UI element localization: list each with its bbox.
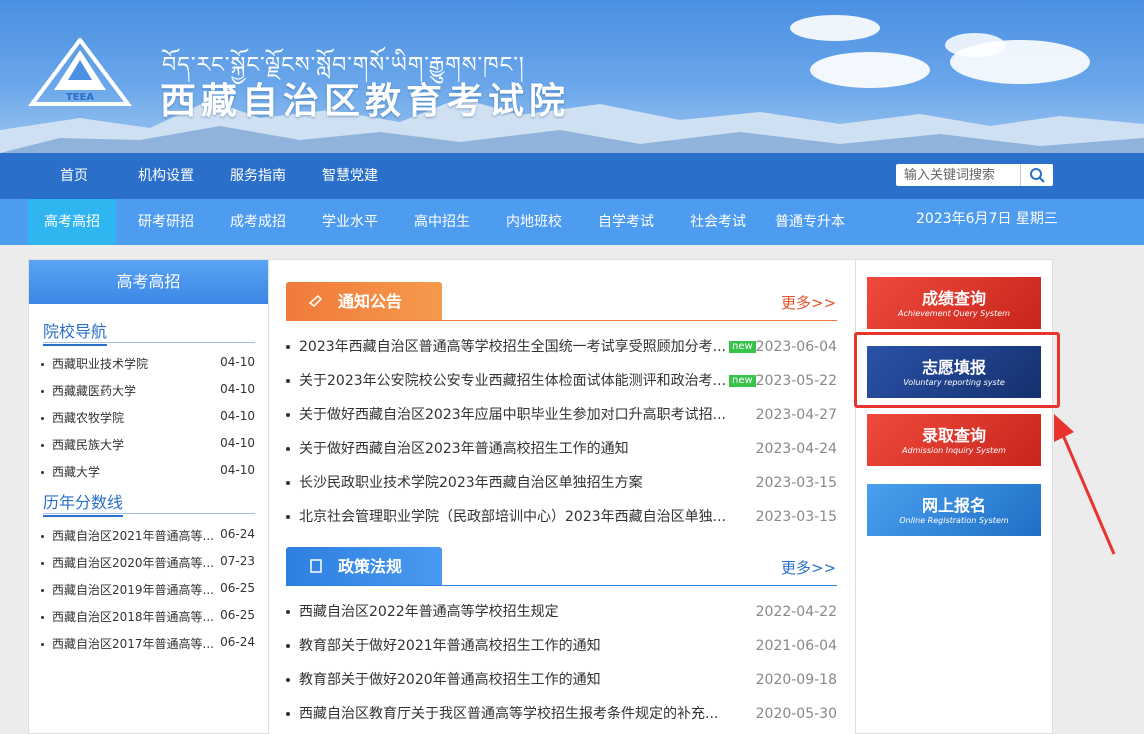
search-button[interactable] — [1020, 164, 1053, 186]
policy-item[interactable]: 教育部关于做好2020年普通高校招生工作的通知 2020-09-18 — [286, 670, 837, 690]
nav-organization[interactable]: 机构设置 — [138, 153, 194, 199]
notice-item[interactable]: 关于做好西藏自治区2023年普通高校招生工作的通知 2023-04-24 — [286, 439, 837, 459]
notice-header: 通知公告 — [286, 282, 442, 321]
divider — [43, 342, 255, 343]
online-registration-button[interactable]: 网上报名 Online Registration System — [867, 484, 1041, 536]
divider — [286, 320, 837, 321]
current-date: 2023年6月7日 星期三 — [916, 211, 1058, 227]
search-input[interactable] — [896, 164, 1020, 186]
nav-party-building[interactable]: 智慧党建 — [322, 153, 378, 199]
tab-academic-level[interactable]: 学业水平 — [322, 199, 378, 245]
list-item[interactable]: 西藏职业技术学院 04-10 — [41, 355, 255, 372]
new-badge: new — [729, 341, 756, 353]
list-item[interactable]: 西藏自治区2021年普通高等... 06-24 — [41, 527, 255, 544]
score-query-button[interactable]: 成绩查询 Achievement Query System — [867, 277, 1041, 329]
notice-item[interactable]: 长沙民政职业技术学院2023年西藏自治区单独招生方案 2023-03-15 — [286, 473, 837, 493]
notice-item[interactable]: 关于2023年公安院校公安专业西藏招生体检面试体能测评和政治考... new 202… — [286, 371, 837, 391]
divider — [286, 585, 837, 586]
notice-item[interactable]: 2023年西藏自治区普通高等学校招生全国统一考试享受照顾加分考... new 202… — [286, 337, 837, 357]
main-content: 通知公告 更多>> 2023年西藏自治区普通高等学校招生全国统一考试享受照顾加分… — [269, 259, 855, 734]
tab-high-school[interactable]: 高中招生 — [414, 199, 470, 245]
list-item[interactable]: 西藏藏医药大学 04-10 — [41, 382, 255, 399]
megaphone-icon — [308, 294, 323, 307]
policy-more-link[interactable]: 更多>> — [781, 557, 836, 578]
notice-item[interactable]: 北京社会管理职业学院（民政部培训中心）2023年西藏自治区单独... 2023-0… — [286, 507, 837, 527]
tab-inland-class[interactable]: 内地班校 — [506, 199, 562, 245]
quick-links-panel: 成绩查询 Achievement Query System 志愿填报 Volunta… — [855, 259, 1053, 734]
svg-text:TEEA: TEEA — [66, 92, 94, 103]
tab-social-exam[interactable]: 社会考试 — [690, 199, 746, 245]
search-icon — [1030, 168, 1045, 183]
divider — [43, 513, 255, 514]
highlight-box — [854, 332, 1060, 408]
list-item[interactable]: 西藏自治区2018年普通高等... 06-25 — [41, 608, 255, 625]
teea-logo: TEEA — [28, 38, 132, 106]
policy-header: 政策法规 — [286, 547, 442, 586]
new-badge: new — [729, 375, 756, 387]
left-sidebar: 高考高招 院校导航 西藏职业技术学院 04-10 西藏藏医药大学 04-10 西藏农… — [28, 259, 269, 734]
red-arrow-annotation — [1054, 414, 1116, 555]
nav-home[interactable]: 首页 — [60, 153, 88, 199]
nav-service-guide[interactable]: 服务指南 — [230, 153, 286, 199]
policy-title: 政策法规 — [338, 557, 403, 576]
notice-more-link[interactable]: 更多>> — [781, 292, 836, 313]
admission-query-button[interactable]: 录取查询 Admission Inquiry System — [867, 414, 1041, 466]
policy-item[interactable]: 西藏自治区教育厅关于我区普通高等学校招生报考条件规定的补充... 2020-05-… — [286, 704, 837, 724]
list-item[interactable]: 西藏大学 04-10 — [41, 463, 255, 480]
document-icon — [310, 559, 322, 573]
tab-graduate[interactable]: 研考研招 — [138, 199, 194, 245]
tab-adult[interactable]: 成考成招 — [230, 199, 286, 245]
list-item[interactable]: 西藏自治区2020年普通高等... 07-23 — [41, 554, 255, 571]
notice-item[interactable]: 关于做好西藏自治区2023年应届中职毕业生参加对口升高职考试招... 2023-0… — [286, 405, 837, 425]
list-item[interactable]: 西藏民族大学 04-10 — [41, 436, 255, 453]
list-item[interactable]: 西藏自治区2017年普通高等... 06-24 — [41, 635, 255, 652]
sidebar-title: 高考高招 — [29, 260, 268, 304]
tab-gaokao[interactable]: 高考高招 — [28, 199, 116, 245]
notice-title: 通知公告 — [338, 292, 403, 311]
list-item[interactable]: 西藏自治区2019年普通高等... 06-25 — [41, 581, 255, 598]
search-box — [896, 164, 1053, 186]
policy-item[interactable]: 教育部关于做好2021年普通高校招生工作的通知 2021-06-04 — [286, 636, 837, 656]
secondary-nav: 高考高招 研考研招 成考成招 学业水平 高中招生 内地班校 自学考试 社会考试 … — [0, 199, 1144, 245]
list-item[interactable]: 西藏农牧学院 04-10 — [41, 409, 255, 426]
site-title: 西藏自治区教育考试院 — [160, 81, 571, 122]
tab-self-study[interactable]: 自学考试 — [598, 199, 654, 245]
tab-upgrade[interactable]: 普通专升本 — [775, 199, 845, 245]
policy-item[interactable]: 西藏自治区2022年普通高等学校招生规定 2022-04-22 — [286, 602, 837, 622]
header-banner: TEEA བོད་རང་སྐྱོང་ལྗོངས་སློབ་གསོ་ཡིག་རྒྱ… — [0, 0, 1144, 153]
